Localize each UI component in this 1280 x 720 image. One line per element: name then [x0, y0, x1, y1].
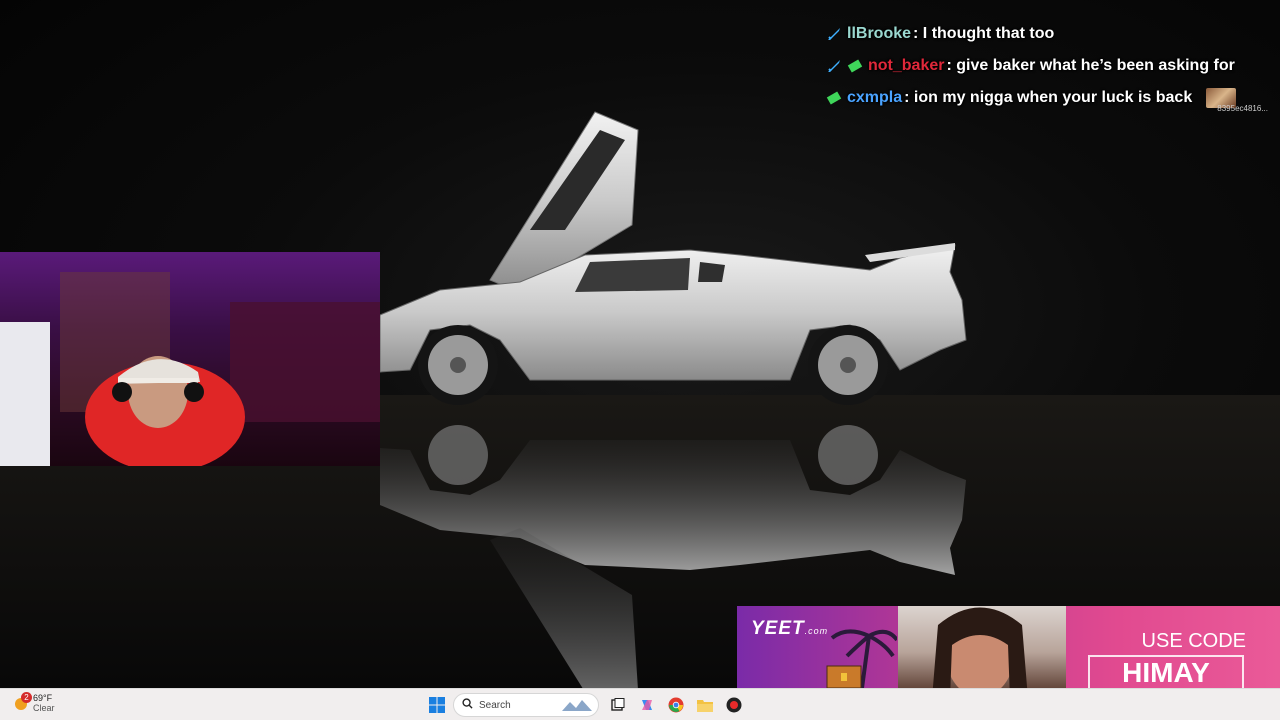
- chat-colon: :: [904, 89, 914, 106]
- obs-icon[interactable]: [721, 692, 747, 718]
- weather-temp: 69°F: [33, 693, 53, 703]
- webcam-scene: [0, 272, 380, 466]
- sponsor-ad-banner[interactable]: YEET.com USE CODE HIMAY: [737, 606, 1280, 688]
- search-highlight-icon: [562, 700, 592, 711]
- money-badge-icon: [847, 58, 863, 74]
- chat-username[interactable]: llBrooke: [847, 25, 911, 43]
- chat-text: ion my nigga when your luck is back: [913, 89, 1193, 106]
- chat-message: cxmpla: ion my nigga when your luck is b…: [826, 82, 1266, 114]
- sword-badge-icon: [826, 58, 842, 74]
- chrome-icon[interactable]: [663, 692, 689, 718]
- copilot-icon[interactable]: [634, 692, 660, 718]
- taskbar-search-box[interactable]: Search: [453, 693, 599, 717]
- chat-message: llBrooke: I thought that too: [826, 18, 1266, 50]
- chat-colon: :: [946, 57, 957, 74]
- chat-colon: :: [913, 25, 923, 42]
- use-code-label: USE CODE: [1141, 630, 1246, 652]
- search-icon: [462, 696, 473, 714]
- ad-model-photo: [898, 606, 1066, 688]
- windows-start-icon[interactable]: [424, 692, 450, 718]
- money-badge-icon: [826, 90, 842, 106]
- file-explorer-icon[interactable]: [692, 692, 718, 718]
- weather-widget[interactable]: 2 69°F Clear: [12, 692, 55, 713]
- chat-message: not_baker: give baker what he’s been ask…: [826, 50, 1266, 82]
- notification-badge: 2: [21, 692, 32, 703]
- stream-canvas: llBrooke: I thought that too not_baker: …: [0, 0, 1280, 688]
- task-view-icon[interactable]: [605, 692, 631, 718]
- taskbar-pinned-apps: Search: [424, 692, 750, 718]
- chat-text: I thought that too: [922, 25, 1055, 42]
- emote-name-label: 8395ec4816...: [1217, 104, 1268, 113]
- streamer-webcam: [0, 252, 380, 466]
- search-placeholder: Search: [479, 699, 511, 711]
- chat-username[interactable]: not_baker: [868, 57, 944, 75]
- sword-badge-icon: [826, 26, 842, 42]
- promo-code[interactable]: HIMAY: [1088, 655, 1244, 688]
- chat-username[interactable]: cxmpla: [847, 89, 902, 107]
- weather-condition: Clear: [33, 703, 55, 713]
- chat-overlay: llBrooke: I thought that too not_baker: …: [826, 18, 1266, 114]
- palm-tree-chest-icon: [826, 629, 897, 688]
- chat-text: give baker what he’s been asking for: [956, 57, 1235, 74]
- windows-taskbar: 2 69°F Clear Search: [0, 688, 1280, 720]
- weather-moon-icon: 2: [12, 692, 32, 712]
